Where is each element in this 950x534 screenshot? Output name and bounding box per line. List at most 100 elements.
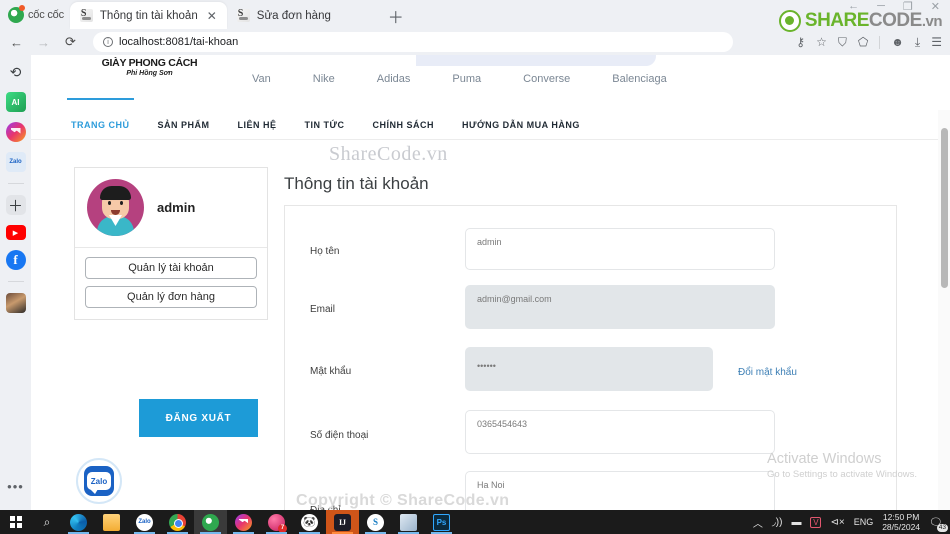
extension-icon[interactable]: ⬠ [858, 35, 868, 49]
window-back-icon[interactable]: ← [848, 0, 859, 13]
wifi-icon[interactable]: ◞)) [772, 517, 783, 528]
url-text: localhost:8081/tai-khoan [119, 36, 239, 48]
browser-toolbar: ← → ⟳ i localhost:8081/tai-khoan ⚷ ☆ ⛉ ⬠… [0, 29, 950, 55]
manage-account-button[interactable]: Quản lý tài khoản [85, 257, 257, 279]
tab-thong-tin-tai-khoan[interactable]: Thông tin tài khoản ✕ [69, 2, 227, 29]
taskbar-sharecode-app[interactable]: S [359, 510, 392, 534]
brand-nav-nike[interactable]: Nike [292, 73, 356, 85]
chrome-icon [169, 513, 186, 531]
taskbar-zalo[interactable]: Zalo [128, 510, 161, 534]
minimize-icon[interactable]: ─ [877, 0, 885, 13]
taskbar-panda-app[interactable]: 🐼 [293, 510, 326, 534]
input-matkhau[interactable]: •••••• [465, 347, 713, 391]
profile-card: admin Quản lý tài khoản Quản lý đơn hàng [74, 167, 268, 320]
taskbar-file-explorer[interactable] [95, 510, 128, 534]
notification-badge: 7 [278, 523, 287, 533]
window-close-icon[interactable]: ✕ [931, 0, 940, 13]
form-row-hoten: Họ tên admin [285, 222, 898, 278]
window-controls: ← ─ ❐ ✕ [848, 0, 940, 13]
zalo-icon: Zalo [136, 513, 153, 531]
messenger-icon[interactable] [5, 122, 26, 142]
ai-chat-icon[interactable]: AI [5, 92, 26, 112]
nav-lien-he[interactable]: LIÊN HỆ [224, 110, 291, 140]
add-shortcut-icon[interactable]: ＋ [5, 195, 26, 215]
input-email[interactable]: admin@gmail.com [465, 285, 775, 329]
browser-chrome: cốc cốc Thông tin tài khoản ✕ Sửa đơn hà… [0, 0, 950, 55]
tab-sua-don-hang[interactable]: Sửa đơn hàng [227, 2, 377, 29]
input-diachi[interactable]: Ha Noi [465, 471, 775, 510]
brand-nav-balenciaga[interactable]: Balenciaga [591, 73, 687, 85]
site-logo-main: GIÀY PHONG CÁCH [101, 57, 198, 69]
notification-count: 43 [936, 523, 948, 532]
back-icon[interactable]: ← [8, 34, 25, 51]
close-icon[interactable]: ✕ [205, 10, 219, 22]
nav-trang-chu[interactable]: TRANG CHỦ [57, 97, 144, 140]
search-icon[interactable]: ⌕ [32, 510, 62, 534]
reload-icon[interactable]: ⟳ [62, 34, 79, 51]
facebook-icon[interactable]: f [5, 250, 26, 270]
taskbar-messenger[interactable] [227, 510, 260, 534]
more-options-icon[interactable]: ••• [6, 476, 26, 496]
taskbar-edge[interactable] [62, 510, 95, 534]
menu-icon[interactable]: ☰ [931, 35, 942, 49]
panda-icon: 🐼 [301, 513, 318, 531]
floating-zalo-button[interactable]: Zalo [76, 458, 122, 504]
file-explorer-icon [103, 513, 120, 531]
manage-orders-button[interactable]: Quản lý đơn hàng [85, 286, 257, 308]
photo-shortcut-icon[interactable] [5, 293, 26, 313]
maximize-icon[interactable]: ❐ [903, 0, 913, 13]
download-icon[interactable]: ⤓ [915, 35, 920, 50]
change-password-link[interactable]: Đổi mật khẩu [738, 367, 797, 378]
site-info-icon[interactable]: i [103, 37, 113, 47]
brand-nav-van[interactable]: Van [231, 73, 292, 85]
notification-center-icon[interactable]: 🗨 43 [929, 516, 948, 532]
taskbar-notes-app[interactable] [392, 510, 425, 534]
language-indicator[interactable]: ENG [854, 517, 874, 527]
avatar-eye-left [108, 201, 111, 205]
brand-nav-puma[interactable]: Puma [431, 73, 502, 85]
start-button[interactable] [0, 510, 32, 534]
zalo-icon[interactable]: Zalo [5, 152, 26, 172]
nav-tin-tuc[interactable]: TIN TỨC [291, 110, 359, 140]
input-hoten[interactable]: admin [465, 228, 775, 270]
brand-nav-adidas[interactable]: Adidas [356, 73, 432, 85]
nav-chinh-sach[interactable]: CHÍNH SÁCH [359, 110, 449, 140]
page-scrollbar-track[interactable] [938, 110, 950, 510]
youtube-icon[interactable]: ▶ [5, 225, 26, 240]
nav-huong-dan-mua-hang[interactable]: HƯỚNG DẪN MUA HÀNG [448, 110, 594, 140]
logout-button[interactable]: ĐĂNG XUẤT [139, 399, 258, 437]
zalo-square: Zalo [84, 466, 114, 496]
label-matkhau: Mật khẩu [310, 366, 352, 377]
key-icon[interactable]: ⚷ [796, 35, 805, 49]
taskbar-intellij[interactable]: IJ [326, 510, 359, 534]
label-email: Email [310, 304, 336, 315]
brand-nav: Van Nike Adidas Puma Converse Balenciaga [231, 73, 688, 85]
clock[interactable]: 12:50 PM 28/5/2024 [882, 512, 920, 532]
input-sodienthoai[interactable]: 0365454643 [465, 410, 775, 454]
shield-icon[interactable]: ⛉ [838, 35, 847, 50]
star-icon[interactable]: ☆ [816, 35, 827, 49]
taskbar-globe-app[interactable]: 7 [260, 510, 293, 534]
clock-time: 12:50 PM [882, 512, 920, 522]
main-nav: TRANG CHỦ SẢN PHẨM LIÊN HỆ TIN TỨC CHÍNH… [31, 97, 950, 140]
taskbar-photoshop-app[interactable]: Ps [425, 510, 458, 534]
form-row-sodienthoai: Số điện thoại 0365454643 [285, 406, 898, 462]
volume-muted-icon[interactable]: ⊲× [830, 517, 844, 528]
history-icon[interactable]: ⟲ [6, 62, 26, 82]
zalo-icon: Zalo [87, 472, 111, 494]
address-bar[interactable]: i localhost:8081/tai-khoan [93, 32, 733, 52]
profile-icon[interactable]: ☻ [891, 35, 904, 49]
windows-logo-icon [10, 516, 22, 528]
battery-icon[interactable]: ▬ [791, 517, 801, 528]
forward-icon[interactable]: → [35, 34, 52, 51]
brand-nav-converse[interactable]: Converse [502, 73, 591, 85]
form-row-email: Email admin@gmail.com [285, 282, 898, 338]
tray-chevron-up-icon[interactable]: ︿ [753, 515, 763, 530]
page-scrollbar-thumb[interactable] [941, 128, 948, 288]
site-logo[interactable]: GIÀY PHONG CÁCH Phi Hồng Sơn [77, 57, 222, 77]
nav-san-pham[interactable]: SẢN PHẨM [144, 110, 224, 140]
vpn-icon[interactable]: V [810, 516, 822, 528]
new-tab-button[interactable]: ＋ [383, 3, 409, 29]
taskbar-coccoc[interactable] [194, 510, 227, 534]
taskbar-chrome[interactable] [161, 510, 194, 534]
